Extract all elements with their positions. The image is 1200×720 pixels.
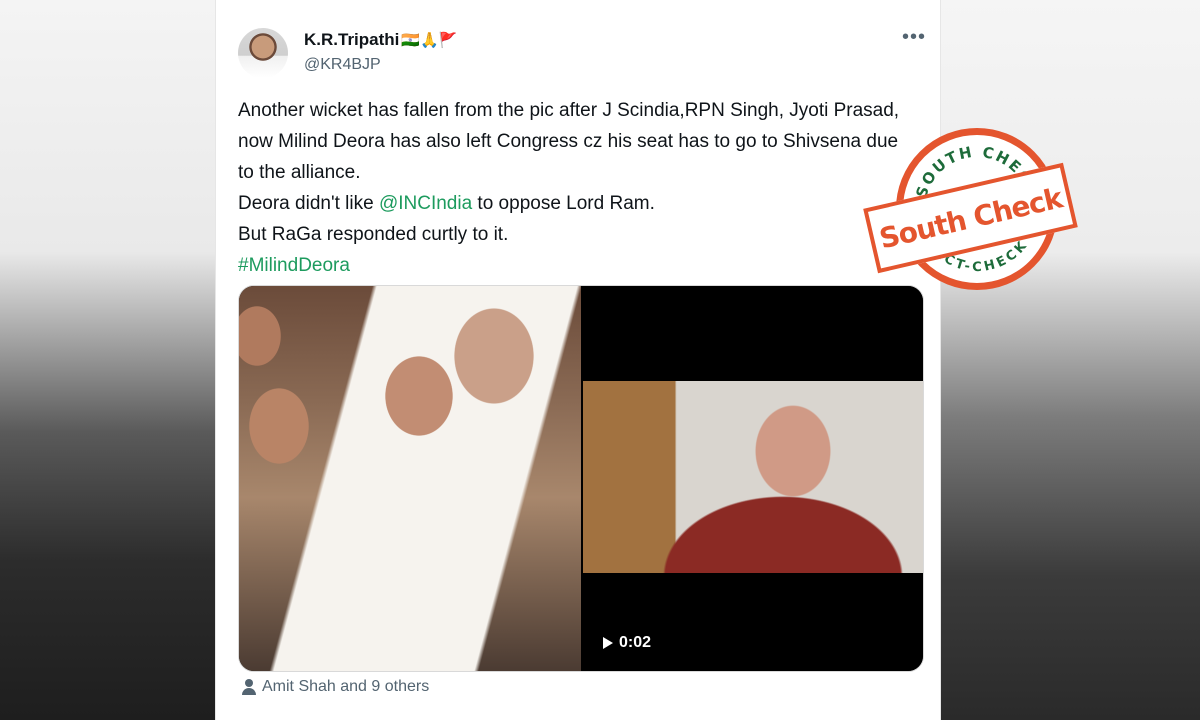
liked-by-text: Amit Shah and 9 others	[262, 678, 430, 695]
tweet-line-2-post: to oppose Lord Ram.	[472, 193, 655, 214]
avatar[interactable]	[238, 28, 288, 78]
background-left	[0, 0, 215, 720]
media-grid: 0:02	[238, 285, 924, 672]
tweet-line-2-pre: Deora didn't like	[238, 193, 379, 214]
video-controls[interactable]: 0:02	[603, 634, 651, 652]
author-name-text: K.R.Tripathi	[304, 30, 400, 49]
video-time: 0:02	[619, 634, 652, 651]
tweet-line-1: Another wicket has fallen from the pic a…	[238, 100, 900, 183]
more-horizontal-icon[interactable]: •••	[902, 27, 926, 47]
video-frame	[583, 381, 923, 573]
play-icon[interactable]	[603, 637, 613, 649]
video-player[interactable]	[583, 286, 923, 671]
background-right	[938, 0, 1200, 720]
person-icon	[242, 679, 256, 695]
liked-by[interactable]: Amit Shah and 9 others	[242, 678, 429, 696]
photo-image[interactable]	[239, 286, 581, 671]
hashtag-link[interactable]: #MilindDeora	[238, 250, 918, 281]
author-name[interactable]: K.R.Tripathi 🇮🇳🙏🚩	[304, 30, 457, 50]
author-emojis: 🇮🇳🙏🚩	[401, 32, 458, 49]
tweet-card: K.R.Tripathi 🇮🇳🙏🚩 @KR4BJP ••• Another wic…	[215, 0, 941, 720]
tweet-line-2: Deora didn't like @INCIndia to oppose Lo…	[238, 188, 918, 219]
mention-link[interactable]: @INCIndia	[379, 193, 472, 214]
tweet-line-3: But RaGa responded curtly to it.	[238, 224, 509, 245]
tweet-text: Another wicket has fallen from the pic a…	[238, 95, 918, 281]
author-handle[interactable]: @KR4BJP	[304, 56, 381, 74]
